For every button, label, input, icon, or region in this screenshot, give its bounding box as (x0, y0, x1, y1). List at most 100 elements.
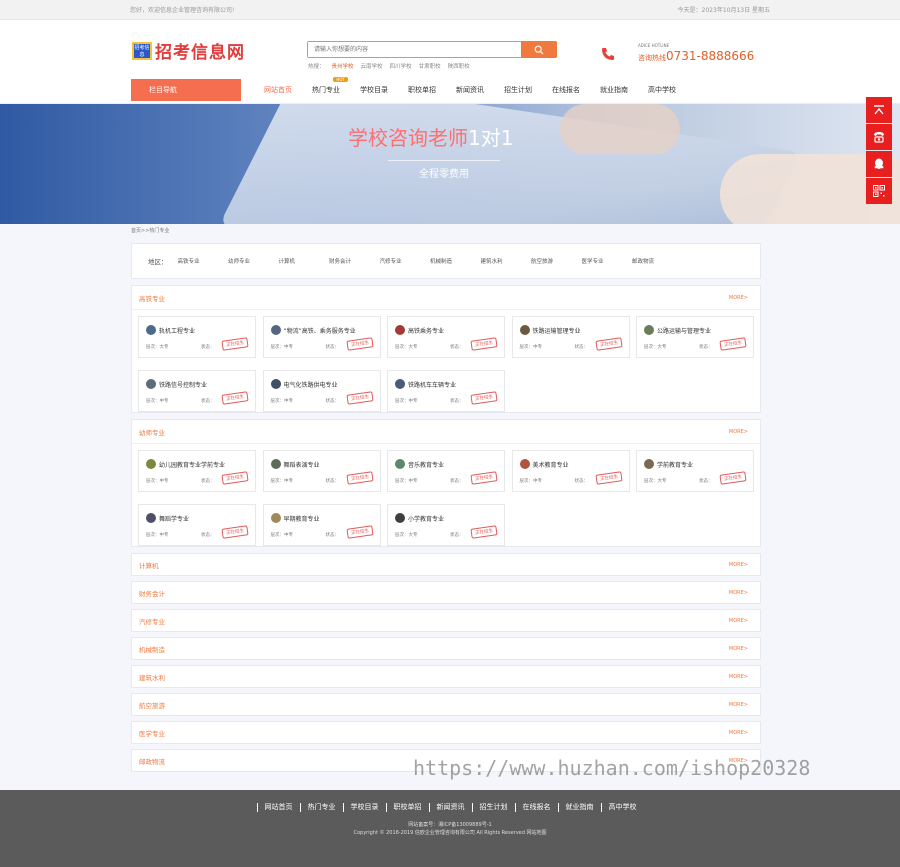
more-link[interactable]: MORE> (729, 295, 748, 301)
major-card[interactable]: 轨机工程专业 层次：大专 状态： 正在招生 (138, 316, 256, 358)
filter-option[interactable]: 邮政物流 (632, 257, 683, 265)
nav-item-news[interactable]: 新闻资讯 (446, 85, 494, 95)
qq-button[interactable] (866, 151, 892, 177)
major-card[interactable]: 早期教育专业 层次：中专 状态： 正在招生 (262, 504, 381, 546)
hotword[interactable]: 四川学校 (390, 62, 412, 70)
major-card[interactable]: 舞蹈表演专业 层次：中专 状态： 正在招生 (262, 450, 381, 492)
filter-option[interactable]: 汽修专业 (380, 257, 431, 265)
section-title[interactable]: 邮政物流 (139, 756, 165, 766)
nav-item-vocational[interactable]: 职校单招 (398, 85, 446, 95)
section-title[interactable]: 医学专业 (139, 728, 165, 738)
major-card[interactable]: 高铁乘务专业 层次：大专 状态： 正在招生 (387, 316, 505, 358)
footer-link[interactable]: 职校单招 (385, 803, 429, 812)
filter-option[interactable]: 机械制造 (430, 257, 481, 265)
section-title[interactable]: 航空旅游 (139, 700, 165, 710)
filter-option[interactable]: 幼师专业 (228, 257, 279, 265)
section-title[interactable]: 计算机 (139, 560, 159, 570)
major-card[interactable]: 学前教育专业 层次：大专 状态： 正在招生 (636, 450, 754, 492)
major-name[interactable]: 轨机工程专业 (159, 326, 195, 335)
major-name[interactable]: 电气化铁路供电专业 (284, 380, 338, 389)
footer-link[interactable]: 网站首页 (256, 803, 300, 812)
search-input[interactable] (308, 42, 518, 57)
footer-link[interactable]: 就业指南 (557, 803, 601, 812)
more-link[interactable]: MORE> (729, 674, 748, 680)
footer-link[interactable]: 高中学校 (600, 803, 644, 812)
major-name[interactable]: 舞蹈学专业 (159, 514, 189, 523)
major-name[interactable]: 美术教育专业 (533, 460, 569, 469)
section-title[interactable]: 幼师专业 (139, 427, 165, 437)
filter-option[interactable]: 计算机 (279, 257, 330, 265)
filter-option[interactable]: 医学专业 (582, 257, 633, 265)
filter-option[interactable]: 航空旅游 (531, 257, 582, 265)
section-title[interactable]: 高铁专业 (139, 293, 165, 303)
more-link[interactable]: MORE> (729, 702, 748, 708)
major-card[interactable]: 铁路运输管理专业 层次：中专 状态： 正在招生 (511, 316, 630, 358)
more-link[interactable]: MORE> (729, 590, 748, 596)
more-link[interactable]: MORE> (729, 730, 748, 736)
nav-item-home[interactable]: 网站首页 (254, 85, 302, 95)
major-name[interactable]: 铁路运输管理专业 (533, 326, 581, 335)
major-name[interactable]: 音乐教育专业 (408, 460, 444, 469)
nav-item-enrollment-plan[interactable]: 招生计划 (494, 85, 542, 95)
search-button[interactable] (521, 41, 557, 58)
major-name[interactable]: 公路运输与管理专业 (657, 326, 711, 335)
hotword[interactable]: 云南学校 (361, 62, 383, 70)
major-card[interactable]: “物流”高铁、乘务服务专业 层次：中专 状态： 正在招生 (262, 316, 381, 358)
footer-link[interactable]: 新闻资讯 (428, 803, 472, 812)
filter-option[interactable]: 高铁专业 (178, 257, 229, 265)
major-section-collapsed: 财务会计 MORE> (131, 581, 761, 604)
nav-item-high-schools[interactable]: 高中学校 (638, 85, 686, 95)
more-link[interactable]: MORE> (729, 646, 748, 652)
major-card[interactable]: 幼儿园教育专业学前专业 层次：中专 状态： 正在招生 (138, 450, 256, 492)
hotword[interactable]: 贵州学校 (332, 62, 354, 70)
footer-link[interactable]: 在线报名 (514, 803, 558, 812)
major-card[interactable]: 铁路信号控制专业 层次：中专 状态： 正在招生 (138, 370, 256, 412)
major-card[interactable]: 舞蹈学专业 层次：中专 状态： 正在招生 (138, 504, 256, 546)
major-name[interactable]: 舞蹈表演专业 (284, 460, 320, 469)
more-link[interactable]: MORE> (729, 562, 748, 568)
footer-link[interactable]: 热门专业 (299, 803, 343, 812)
filter-option[interactable]: 财务会计 (329, 257, 380, 265)
footer-link[interactable]: 招生计划 (471, 803, 515, 812)
major-name[interactable]: 铁路信号控制专业 (159, 380, 207, 389)
more-link[interactable]: MORE> (729, 618, 748, 624)
copyright: Copyright © 2018-2019 信欧企业管理咨询有限公司 All R… (353, 830, 547, 836)
major-name[interactable]: 高铁乘务专业 (408, 326, 444, 335)
major-card[interactable]: 音乐教育专业 层次：中专 状态： 正在招生 (387, 450, 505, 492)
major-name[interactable]: 学前教育专业 (657, 460, 693, 469)
major-card[interactable]: 小学教育专业 层次：大专 状态： 正在招生 (387, 504, 505, 546)
qrcode-button[interactable] (866, 178, 892, 204)
major-card[interactable]: 铁路机车车辆专业 层次：中专 状态： 正在招生 (387, 370, 505, 412)
major-card[interactable]: 公路运输与管理专业 层次：大专 状态： 正在招生 (636, 316, 754, 358)
breadcrumb: 首页>>热门专业 (131, 228, 170, 234)
major-name[interactable]: “物流”高铁、乘务服务专业 (284, 326, 356, 335)
major-name[interactable]: 铁路机车车辆专业 (408, 380, 456, 389)
major-card[interactable]: 美术教育专业 层次：中专 状态： 正在招生 (511, 450, 630, 492)
more-link[interactable]: MORE> (729, 429, 748, 435)
section-title[interactable]: 机械制造 (139, 644, 165, 654)
phone-icon (600, 46, 616, 64)
major-card[interactable]: 电气化铁路供电专业 层次：中专 状态： 正在招生 (262, 370, 381, 412)
footer-link[interactable]: 学校目录 (342, 803, 386, 812)
hotline-caption: ADICE HOTLINE (638, 43, 670, 48)
hero-banner[interactable]: 学校咨询老师1对1 全程零费用 (0, 104, 900, 224)
phone-button[interactable] (866, 124, 892, 150)
hotword[interactable]: 甘肃职校 (419, 62, 441, 70)
major-name[interactable]: 小学教育专业 (408, 514, 444, 523)
hotword[interactable]: 陕西职校 (448, 62, 470, 70)
section-title[interactable]: 汽修专业 (139, 616, 165, 626)
major-thumbnail (395, 459, 405, 469)
nav-item-online-apply[interactable]: 在线报名 (542, 85, 590, 95)
major-name[interactable]: 幼儿园教育专业学前专业 (159, 460, 225, 469)
back-to-top-button[interactable] (866, 97, 892, 123)
major-name[interactable]: 早期教育专业 (284, 514, 320, 523)
nav-item-hot-majors[interactable]: 热门专业 HOT (302, 77, 350, 95)
section-title[interactable]: 建筑水利 (139, 672, 165, 682)
filter-option[interactable]: 建筑水利 (481, 257, 532, 265)
category-nav-button[interactable]: 栏目导航 (131, 79, 241, 101)
nav-item-career-guide[interactable]: 就业指南 (590, 85, 638, 95)
site-logo[interactable]: 招考信息 招考信息网 (132, 38, 245, 63)
section-title[interactable]: 财务会计 (139, 588, 165, 598)
nav-item-schools[interactable]: 学校目录 (350, 85, 398, 95)
icp-record[interactable]: 网站备案号：湘ICP备13009889号-1 (0, 821, 900, 828)
